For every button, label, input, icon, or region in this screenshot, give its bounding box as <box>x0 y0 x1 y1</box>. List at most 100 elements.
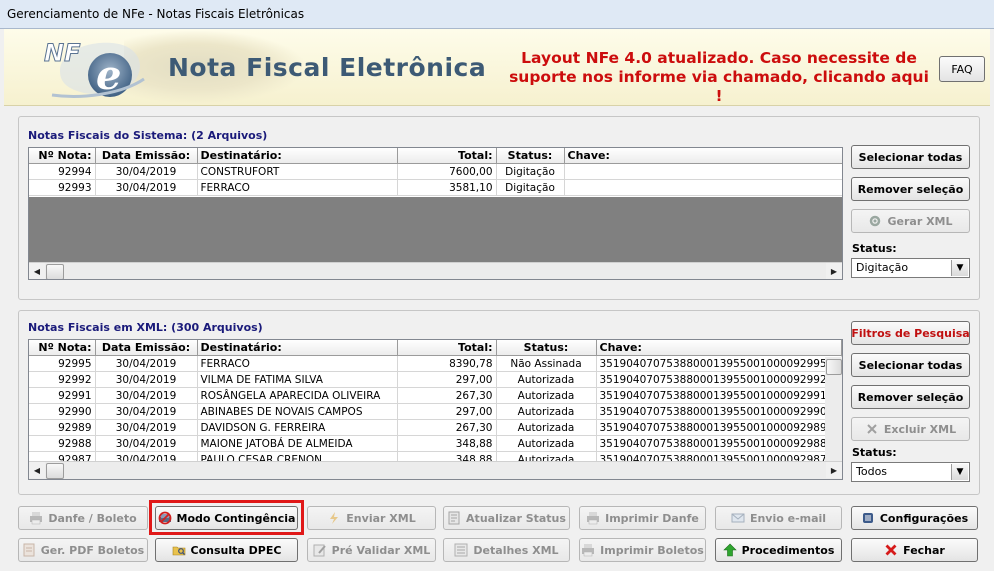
cell-number: 92988 <box>29 435 96 452</box>
settings-button[interactable]: Configurações <box>851 506 978 530</box>
col-header-recipient[interactable]: Destinatário: <box>197 148 398 164</box>
table-row[interactable]: 92994 30/04/2019 CONSTRUFORT 7600,00 Dig… <box>29 163 842 180</box>
support-notice-link[interactable]: Layout NFe 4.0 atualizado. Caso necessit… <box>504 49 934 106</box>
system-select-all-button[interactable]: Selecionar todas <box>851 145 970 169</box>
col-header-number[interactable]: Nº Nota: <box>29 148 96 164</box>
cell-recipient: MAIONE JATOBÁ DE ALMEIDA <box>197 435 398 452</box>
xml-details-button[interactable]: Detalhes XML <box>443 538 570 562</box>
cell-number: 92995 <box>29 355 96 372</box>
label: Envio e-mail <box>749 511 827 525</box>
system-notes-heading: Notas Fiscais do Sistema: (2 Arquivos) <box>28 129 268 142</box>
scroll-right-icon[interactable]: ▶ <box>826 462 842 478</box>
system-remove-selection-button[interactable]: Remover seleção <box>851 177 970 201</box>
scroll-thumb[interactable] <box>46 264 64 279</box>
printer-icon <box>587 512 600 525</box>
cell-status: Autorizada <box>496 387 597 404</box>
cell-key: 35190407075388000139550010000929891744 <box>596 419 842 436</box>
cell-recipient: FERRACO <box>197 179 398 196</box>
xml-notes-heading: Notas Fiscais em XML: (300 Arquivos) <box>28 321 263 334</box>
cell-total: 297,00 <box>397 371 497 388</box>
system-status-label: Status: <box>852 242 897 255</box>
label: Ger. PDF Boletos <box>40 543 145 557</box>
col-header-number[interactable]: Nº Nota: <box>29 340 96 356</box>
col-header-key[interactable]: Chave: <box>564 148 842 164</box>
cell-key <box>564 179 842 196</box>
col-header-date[interactable]: Data Emissão: <box>95 148 198 164</box>
col-header-recipient[interactable]: Destinatário: <box>197 340 398 356</box>
gear-icon <box>870 215 881 227</box>
cell-date: 30/04/2019 <box>95 419 198 436</box>
cell-key: 35190407075388000139550010000929951765 <box>596 355 842 372</box>
cell-recipient: ROSÂNGELA APARECIDA OLIVEIRA <box>197 387 398 404</box>
send-email-button[interactable]: Envio e-mail <box>715 506 842 530</box>
dpec-query-button[interactable]: Consulta DPEC <box>155 538 298 562</box>
table-row[interactable]: 92988 30/04/2019 MAIONE JATOBÁ DE ALMEIDA 3… <box>29 435 842 452</box>
faq-button[interactable]: FAQ <box>939 56 985 82</box>
scroll-right-icon[interactable]: ▶ <box>826 263 842 279</box>
print-danfe-button[interactable]: Imprimir Danfe <box>579 506 706 530</box>
xml-select-all-button[interactable]: Selecionar todas <box>851 353 970 377</box>
send-xml-button[interactable]: Enviar XML <box>307 506 436 530</box>
cell-recipient: DAVIDSON G. FERREIRA <box>197 419 398 436</box>
col-header-total[interactable]: Total: <box>397 148 497 164</box>
cell-key <box>564 163 842 180</box>
col-header-date[interactable]: Data Emissão: <box>95 340 198 356</box>
search-filters-button[interactable]: Filtros de Pesquisa <box>851 321 970 345</box>
label: Procedimentos <box>741 543 835 557</box>
scroll-left-icon[interactable]: ◀ <box>29 462 45 478</box>
procedures-button[interactable]: Procedimentos <box>715 538 842 562</box>
list-icon <box>454 543 468 557</box>
table-row[interactable]: 92991 30/04/2019 ROSÂNGELA APARECIDA OLIVE… <box>29 387 842 404</box>
cell-date: 30/04/2019 <box>95 355 198 372</box>
app-title: Nota Fiscal Eletrônica <box>168 53 487 82</box>
update-status-button[interactable]: Atualizar Status <box>443 506 570 530</box>
label: Selecionar todas <box>858 358 963 372</box>
cell-status: Autorizada <box>496 403 597 420</box>
notice-line-1: Layout NFe 4.0 atualizado. Caso necessit… <box>521 49 917 67</box>
table-row[interactable]: 92992 30/04/2019 VILMA DE FATIMA SILVA 297,… <box>29 371 842 388</box>
xml-grid-hscrollbar[interactable]: ◀ ▶ <box>29 461 842 479</box>
scroll-thumb[interactable] <box>826 359 842 375</box>
cell-date: 30/04/2019 <box>95 179 198 196</box>
document-icon <box>448 511 460 525</box>
printer-icon <box>30 512 43 525</box>
col-header-status[interactable]: Status: <box>496 148 565 164</box>
cell-number: 92993 <box>29 179 96 196</box>
cell-status: Autorizada <box>496 419 597 436</box>
grid-empty-area <box>29 197 842 263</box>
chevron-down-icon[interactable]: ▼ <box>951 464 968 480</box>
chevron-down-icon[interactable]: ▼ <box>951 260 968 276</box>
cell-number: 92991 <box>29 387 96 404</box>
label: Remover seleção <box>857 182 964 196</box>
xml-grid-vscrollbar[interactable] <box>825 357 842 461</box>
delete-xml-button[interactable]: Excluir XML <box>851 417 970 441</box>
table-row[interactable]: 92993 30/04/2019 FERRACO 3581,10 Digitaç… <box>29 179 842 196</box>
cell-key: 35190407075388000139550010000929921455 <box>596 371 842 388</box>
xml-status-label: Status: <box>852 446 897 459</box>
scroll-thumb[interactable] <box>46 463 64 479</box>
system-grid-hscrollbar[interactable]: ◀ ▶ <box>29 262 842 279</box>
table-row[interactable]: 92995 30/04/2019 FERRACO 8390,78 Não Assinad… <box>29 355 842 372</box>
pre-validate-xml-button[interactable]: Pré Validar XML <box>307 538 436 562</box>
col-header-status[interactable]: Status: <box>496 340 597 356</box>
scroll-left-icon[interactable]: ◀ <box>29 263 45 279</box>
danfe-boleto-button[interactable]: Danfe / Boleto <box>18 506 148 530</box>
generate-xml-button[interactable]: Gerar XML <box>851 209 970 233</box>
close-button[interactable]: Fechar <box>851 538 978 562</box>
xml-status-select[interactable]: Todos ▼ <box>851 462 970 482</box>
system-status-select[interactable]: Digitação ▼ <box>851 258 970 278</box>
cell-total: 267,30 <box>397 387 497 404</box>
generate-pdf-boletos-button[interactable]: Ger. PDF Boletos <box>18 538 148 562</box>
cell-status: Digitação <box>496 163 565 180</box>
xml-remove-selection-button[interactable]: Remover seleção <box>851 385 970 409</box>
table-row[interactable]: 92989 30/04/2019 DAVIDSON G. FERREIRA 267,3… <box>29 419 842 436</box>
label: Danfe / Boleto <box>48 511 137 525</box>
label: Enviar XML <box>346 511 416 525</box>
cell-total: 8390,78 <box>397 355 497 372</box>
col-header-total[interactable]: Total: <box>397 340 497 356</box>
print-boletos-button[interactable]: Imprimir Boletos <box>579 538 706 562</box>
table-row[interactable]: 92990 30/04/2019 ABINABES DE NOVAIS CAMPOS… <box>29 403 842 420</box>
col-header-key[interactable]: Chave: <box>596 340 842 356</box>
window-title: Gerenciamento de NFe - Notas Fiscais Ele… <box>7 7 305 21</box>
cell-recipient: CONSTRUFORT <box>197 163 398 180</box>
